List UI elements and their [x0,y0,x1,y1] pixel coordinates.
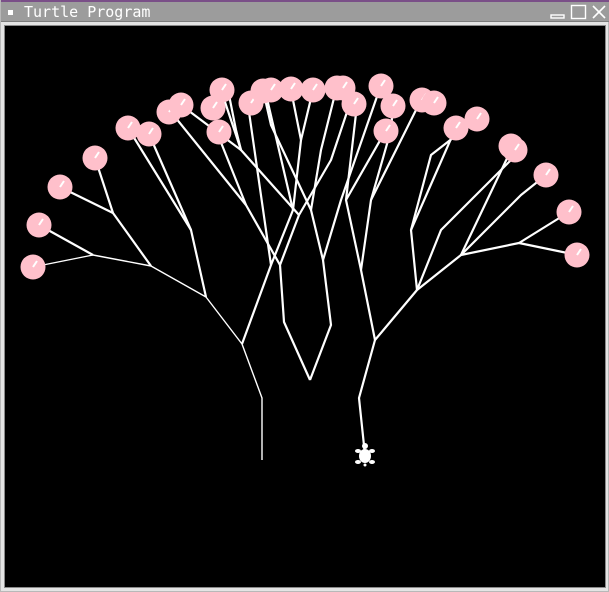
minimize-icon [550,14,565,19]
tree-branch [460,174,547,256]
turtle-shape [369,449,375,453]
turtle-shape [369,460,375,464]
tree-branch [127,127,208,298]
tree-branch [278,99,353,381]
turtle-shape [355,449,361,453]
tree-branch [214,129,281,266]
tree-branch [409,124,459,231]
tree-branch [415,149,522,291]
turtle-window: Turtle Program [0,0,609,592]
minimize-button[interactable] [549,4,566,20]
maximize-icon [570,4,587,20]
tree-branch [32,254,263,460]
tree-branch [261,89,333,381]
window-menu-icon[interactable] [8,10,13,15]
close-button[interactable] [591,4,608,20]
tree-blossoms [20,73,590,280]
tree-branch [309,89,338,211]
title-bar[interactable]: Turtle Program [1,2,609,22]
tree-branches [32,84,578,460]
window-title: Turtle Program [24,3,151,21]
turtle-icon [355,443,375,467]
turtle-shape [362,443,368,449]
tree-branch [93,157,152,267]
turtle-shape [355,460,361,464]
drawing-area [20,73,590,467]
tree-branch [147,133,193,231]
maximize-button[interactable] [570,4,587,20]
close-icon [592,5,606,19]
tree-branch [289,89,303,211]
turtle-canvas[interactable] [4,25,606,588]
turtle-shape [363,463,367,467]
tree-branch [357,241,578,456]
